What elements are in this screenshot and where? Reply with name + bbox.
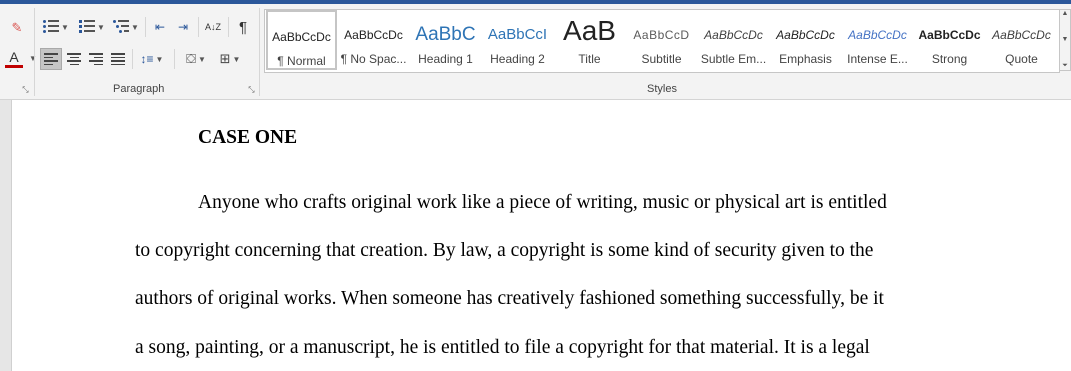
show-hide-marks-button[interactable]: ¶ (232, 16, 254, 38)
paragraph-line: authors of original works. When someone … (135, 288, 884, 309)
style-preview: AaBbCcDc (918, 28, 981, 42)
borders-icon: ⊞ (219, 51, 231, 66)
sort-button[interactable]: A↓Z (202, 16, 224, 38)
align-left-icon (44, 53, 58, 65)
style-name: Intense E... (847, 52, 908, 66)
sort-icon: A↓Z (204, 22, 221, 32)
justify-icon (111, 53, 125, 65)
document-page[interactable]: CASE ONE Anyone who crafts original work… (11, 100, 1071, 371)
style-preview: AaBbCcDc (704, 28, 763, 42)
style-name: Title (578, 52, 601, 66)
decrease-indent-button[interactable]: ⇤ (149, 16, 171, 38)
styles-group-label: Styles (647, 83, 677, 95)
paragraph-mark-icon: ¶ (238, 18, 248, 36)
style-subtitle[interactable]: AaBbCcD Subtitle (626, 10, 697, 70)
align-left-button[interactable] (40, 48, 62, 70)
justify-button[interactable] (107, 48, 129, 70)
style-name: ¶ No Spac... (340, 52, 407, 66)
style-preview: AaBbCcDc (344, 28, 403, 42)
scroll-down-icon[interactable]: ▼ (1062, 36, 1069, 43)
bullets-icon (43, 20, 60, 34)
borders-button[interactable]: ⊞ ▼ (214, 48, 246, 70)
multilevel-list-button[interactable]: ▼ (110, 16, 142, 38)
style-name: Heading 2 (490, 52, 545, 66)
scroll-up-icon[interactable]: ▲ (1062, 10, 1069, 17)
style-name: Emphasis (779, 52, 832, 66)
align-right-button[interactable] (85, 48, 107, 70)
style-no-spacing[interactable]: AaBbCcDc ¶ No Spac... (338, 10, 409, 70)
divider (198, 17, 199, 37)
styles-gallery-scroll[interactable]: ▲ ▼ ⏷ (1059, 9, 1071, 71)
font-color-button[interactable]: A (0, 48, 28, 70)
style-preview: AaBbCcI (487, 26, 548, 43)
style-preview: AaB (563, 16, 616, 46)
divider (34, 8, 35, 96)
styles-gallery: AaBbCcDc ¶ Normal AaBbCcDc ¶ No Spac... … (264, 9, 1060, 73)
paint-bucket-icon: ⛋ (186, 51, 196, 66)
case-heading: CASE ONE (198, 127, 298, 148)
increase-indent-button[interactable]: ⇥ (172, 16, 194, 38)
style-name: Quote (1005, 52, 1038, 66)
style-intense-emphasis[interactable]: AaBbCcDc Intense E... (842, 10, 913, 70)
eraser-icon: ✎ (11, 20, 23, 35)
paragraph-line: Anyone who crafts original work like a p… (198, 192, 887, 213)
line-spacing-button[interactable]: ↕≡ ▼ (136, 48, 168, 70)
divider (132, 49, 133, 69)
align-right-icon (89, 53, 103, 65)
style-preview: AaBbCcD (633, 28, 690, 42)
more-styles-icon[interactable]: ⏷ (1062, 62, 1068, 70)
style-strong[interactable]: AaBbCcDc Strong (914, 10, 985, 70)
increase-indent-icon: ⇥ (177, 20, 189, 34)
style-preview: AaBbCcDc (992, 28, 1051, 42)
font-dialog-launcher-icon[interactable]: ⤡ (21, 85, 30, 94)
ribbon: ✎ A ▼ ⤡ ▼ ▼ ▼ ⇤ ⇥ A↓Z ¶ ↕≡ ▼ ⛋ ▼ ⊞ ▼ Par… (0, 0, 1071, 100)
bullets-button[interactable]: ▼ (40, 16, 72, 38)
style-preview: AaBbCcDc (848, 28, 907, 42)
style-preview: AaBbC (415, 24, 476, 45)
style-emphasis[interactable]: AaBbCcDc Emphasis (770, 10, 841, 70)
shading-button[interactable]: ⛋ ▼ (180, 48, 212, 70)
divider (145, 17, 146, 37)
divider (174, 49, 175, 69)
paragraph-dialog-launcher-icon[interactable]: ⤡ (247, 85, 256, 94)
numbering-icon (79, 20, 96, 34)
divider (228, 17, 229, 37)
style-quote[interactable]: AaBbCcDc Quote (986, 10, 1057, 70)
multilevel-list-icon (113, 20, 130, 34)
document-area: CASE ONE Anyone who crafts original work… (0, 100, 1071, 371)
style-preview: AaBbCcDc (776, 28, 835, 42)
style-heading-2[interactable]: AaBbCcI Heading 2 (482, 10, 553, 70)
paragraph-line: a song, painting, or a manuscript, he is… (135, 337, 870, 358)
style-name: Strong (931, 52, 968, 66)
divider (259, 8, 260, 96)
numbering-button[interactable]: ▼ (76, 16, 108, 38)
decrease-indent-icon: ⇤ (154, 20, 166, 34)
style-subtle-emphasis[interactable]: AaBbCcDc Subtle Em... (698, 10, 769, 70)
paragraph-group-label: Paragraph (113, 83, 165, 95)
paragraph-line: to copyright concerning that creation. B… (135, 240, 874, 261)
font-color-caret-icon[interactable]: ▼ (29, 54, 37, 63)
style-normal[interactable]: AaBbCcDc ¶ Normal (266, 10, 337, 70)
style-name: ¶ Normal (277, 54, 326, 68)
font-color-icon: A (9, 49, 19, 65)
style-title[interactable]: AaB Title (554, 10, 625, 70)
style-name: Heading 1 (418, 52, 473, 66)
line-spacing-icon: ↕≡ (140, 52, 154, 66)
style-preview: AaBbCcDc (272, 30, 331, 44)
clear-formatting-button[interactable]: ✎ (6, 17, 28, 39)
style-name: Subtitle (641, 52, 682, 66)
style-name: Subtle Em... (700, 52, 767, 66)
font-color-bar (5, 65, 23, 68)
center-button[interactable] (63, 48, 85, 70)
ribbon-top-strip (0, 0, 1071, 4)
style-heading-1[interactable]: AaBbC Heading 1 (410, 10, 481, 70)
align-center-icon (67, 53, 81, 65)
